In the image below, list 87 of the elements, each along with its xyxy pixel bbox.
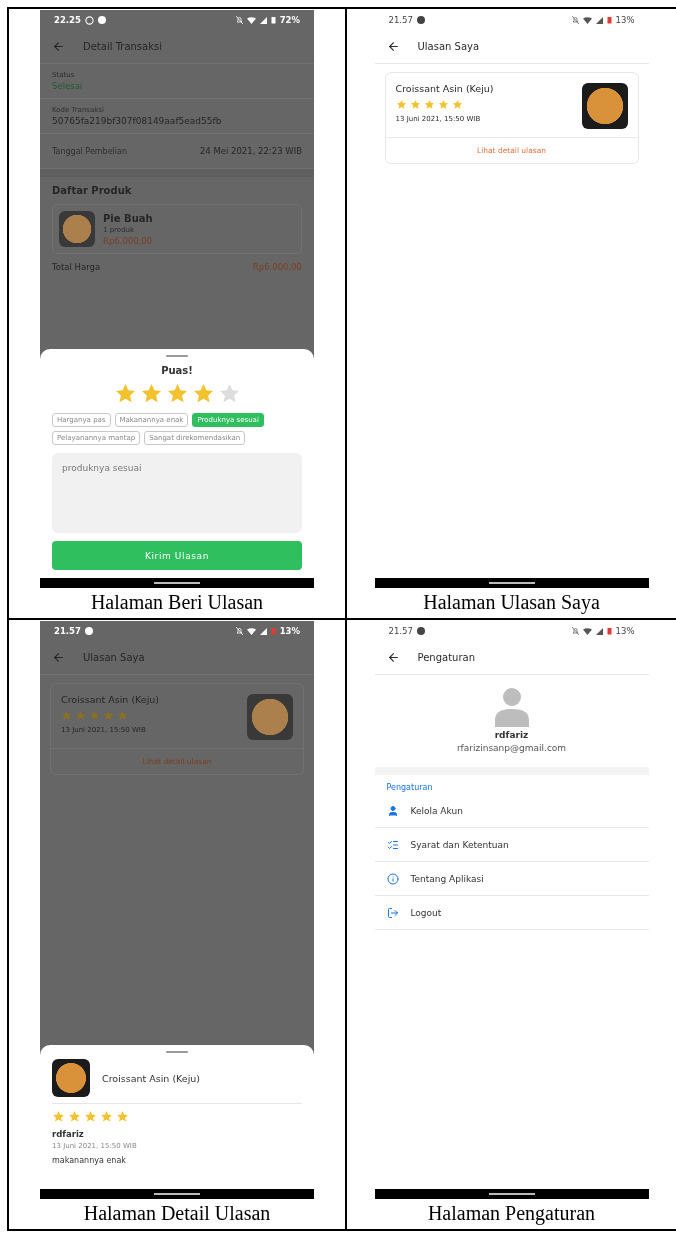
field-value: 50765fa219bf307f08149aaf5ead55fb: [52, 116, 223, 126]
section-title: Daftar Produk: [52, 185, 133, 196]
star-icon: [409, 99, 421, 110]
wifi-icon: [246, 16, 256, 24]
screen-title: Pengaturan: [417, 652, 475, 663]
battery-percentage: 13%: [279, 626, 300, 636]
product-price: Rp6.000,00: [103, 235, 153, 246]
settings-item[interactable]: Tentang Aplikasi: [374, 862, 649, 896]
screen-title: Ulasan Saya: [417, 41, 480, 52]
avatar-silhouette-icon: [494, 687, 529, 727]
photo-placeholder: [247, 694, 293, 740]
photo-placeholder: [52, 1059, 90, 1097]
photo-placeholder: [581, 83, 628, 129]
wifi-icon: [582, 627, 592, 635]
total-label: Total Harga: [52, 262, 101, 272]
signal-icon: [595, 627, 603, 635]
star-icon: [116, 1110, 129, 1123]
signal-icon: [259, 627, 267, 635]
star-icon: [165, 382, 189, 405]
battery-percentage: 13%: [615, 626, 635, 636]
settings-item[interactable]: Syarat dan Ketentuan: [374, 828, 649, 862]
product-name: Croissant Asin (Keju): [102, 1072, 201, 1084]
status-time: 21.57: [54, 626, 81, 636]
submit-review-button[interactable]: Kirim Ulasan: [52, 541, 302, 570]
figure-caption: Halaman Pengaturan: [427, 1201, 596, 1227]
star-icon: [75, 710, 86, 721]
product-name: Croissant Asin (Keju): [395, 83, 494, 94]
product-name: Croissant Asin (Keju): [61, 694, 160, 705]
notification-dot-icon: [84, 627, 93, 635]
back-arrow-icon[interactable]: [386, 651, 400, 664]
screen-title: Ulasan Saya: [83, 652, 145, 663]
status-time: 21.57: [388, 15, 413, 25]
bell-off-icon: [571, 16, 579, 24]
star-icon: [100, 1110, 113, 1123]
signal-icon: [595, 16, 603, 24]
star-icon: [437, 99, 449, 110]
notification-dot-icon: [416, 16, 425, 24]
person-icon: [386, 804, 399, 817]
photo-placeholder: [59, 211, 95, 247]
field-value: Selesai: [52, 81, 84, 91]
logout-icon: [386, 906, 399, 919]
settings-item[interactable]: Kelola Akun: [374, 794, 649, 828]
review-comment: makanannya enak: [52, 1156, 127, 1165]
chat-bubble-icon: [84, 15, 94, 25]
screen-title: Detail Transaksi: [83, 41, 162, 52]
star-icon: [113, 382, 137, 405]
status-time: 21.57: [388, 626, 413, 636]
signal-icon: [259, 16, 267, 24]
star-icon: [61, 710, 72, 721]
figure-caption: Halaman Detail Ulasan: [83, 1201, 271, 1226]
star-icon: [89, 710, 100, 721]
reviewer-name: rdfariz: [52, 1129, 84, 1139]
notification-dot-icon: [416, 627, 425, 635]
status-time: 22.25: [54, 15, 81, 25]
notification-dot-icon: [97, 16, 106, 24]
star-icon: [84, 1110, 97, 1123]
review-text-field[interactable]: produknya sesuai: [52, 453, 302, 533]
checklist-icon: [386, 838, 399, 851]
star-icon: [217, 382, 241, 405]
battery-percentage: 13%: [615, 15, 635, 25]
star-icon: [68, 1110, 81, 1123]
star-icon: [191, 382, 215, 405]
profile-email: rfarizinsanp@gmail.com: [456, 743, 567, 753]
info-icon: [386, 872, 399, 885]
bell-off-icon: [571, 627, 579, 635]
bell-off-icon: [235, 627, 243, 635]
profile-name: rdfariz: [494, 730, 529, 740]
wifi-icon: [582, 16, 592, 24]
wifi-icon: [246, 627, 256, 635]
star-icon: [103, 710, 114, 721]
star-icon: [52, 1110, 65, 1123]
field-value: 24 Mei 2021, 22:23 WIB: [199, 146, 302, 156]
rating-label: Puas!: [161, 365, 193, 376]
figure-caption: Halaman Beri Ulasan: [90, 590, 264, 615]
star-icon: [451, 99, 463, 110]
bell-off-icon: [235, 16, 243, 24]
star-icon: [139, 382, 163, 405]
star-icon: [117, 710, 128, 721]
section-title: Pengaturan: [385, 782, 434, 794]
back-arrow-icon[interactable]: [386, 40, 400, 53]
star-icon: [395, 99, 407, 110]
battery-percentage: 72%: [279, 15, 300, 25]
settings-item[interactable]: Logout: [374, 896, 649, 930]
total-price: Rp6.000,00: [252, 262, 302, 272]
figure-caption: Halaman Ulasan Saya: [423, 590, 600, 616]
star-icon: [423, 99, 435, 110]
product-name: Pie Buah: [103, 212, 153, 224]
